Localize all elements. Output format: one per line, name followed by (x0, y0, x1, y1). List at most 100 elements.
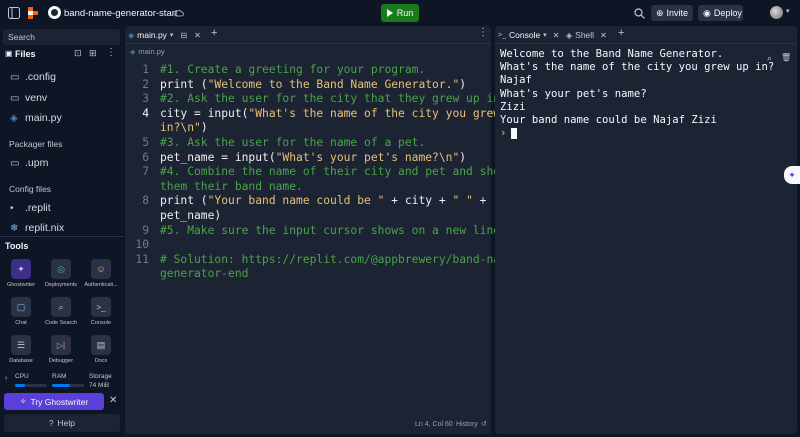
split-view-icon[interactable]: ⊟ (180, 31, 187, 40)
chevron-down-icon[interactable]: ▾ (543, 31, 547, 39)
code-token: + (472, 194, 487, 208)
python-file-icon: ◈ (10, 112, 18, 124)
add-user-icon: ⊕ (656, 7, 664, 18)
tool-debugger[interactable]: ▷| Debugger (43, 335, 79, 364)
code-token: ) (459, 150, 467, 164)
line-number: 5 (142, 136, 149, 149)
tool-label: Authenticati... (84, 282, 118, 288)
breadcrumb-label: main.py (138, 47, 165, 56)
divider (0, 236, 124, 237)
tool-label: Deployments (44, 282, 78, 288)
new-folder-icon[interactable]: ⊞ (89, 48, 97, 59)
console-line: Zizi (500, 100, 526, 113)
close-icon[interactable]: ✕ (109, 395, 117, 406)
line-number: 6 (142, 150, 149, 164)
user-icon: ☺ (91, 259, 111, 279)
avatar[interactable] (770, 6, 783, 19)
search-icon[interactable] (634, 8, 645, 19)
chevron-down-icon[interactable]: ▾ (170, 31, 174, 39)
file-item-config[interactable]: ▭ .config (0, 67, 124, 87)
breadcrumb: ◈ main.py (130, 47, 165, 56)
line-number: 10 (135, 238, 149, 252)
run-button-label: Run (396, 8, 414, 18)
folder-icon: ▣ (5, 49, 13, 58)
tool-chat[interactable]: ▢ Chat (3, 297, 39, 326)
folder-icon: ▭ (10, 157, 20, 169)
code-area[interactable]: 1 #1. Create a greeting for your program.… (125, 63, 520, 413)
console-output[interactable]: Welcome to the Band Name Generator. What'… (500, 48, 774, 140)
code-text: print ("Your band name could be " + city… (160, 194, 486, 209)
code-text: print ("Welcome to the Band Name Generat… (160, 78, 466, 93)
file-item-venv[interactable]: ▭ venv (0, 88, 124, 108)
sidebar-toggle-icon[interactable] (8, 7, 20, 19)
line-number: 1 (142, 63, 149, 76)
tab-shell-label: Shell (575, 30, 595, 40)
new-file-icon[interactable]: ⊡ (74, 48, 82, 59)
tab-console[interactable]: >_ Console ▾ ✕ (498, 28, 559, 42)
code-token: ) (200, 121, 208, 135)
python-language-icon (48, 6, 61, 19)
nix-icon: ❄ (10, 222, 19, 234)
tab-shell[interactable]: ◈ Shell ✕ (566, 28, 607, 42)
close-tab-icon[interactable]: ✕ (194, 31, 201, 40)
chevron-down-icon[interactable]: ▾ (786, 7, 790, 15)
clear-console-icon[interactable]: 🗑 (781, 53, 791, 62)
try-ghostwriter-button[interactable]: ✧ Try Ghostwriter (4, 393, 104, 410)
close-tab-icon[interactable]: ✕ (600, 31, 607, 40)
new-tab-icon[interactable]: + (618, 27, 624, 39)
folder-icon: ▭ (10, 92, 20, 104)
sidebar-search-label: Search (8, 32, 35, 42)
file-item-replit[interactable]: • .replit (0, 198, 124, 218)
file-label: .upm (25, 157, 49, 169)
line-number: 9 (142, 223, 149, 237)
tool-ghostwriter[interactable]: ✦ Ghostwriter (3, 259, 39, 288)
tab-console-label: Console (508, 30, 541, 40)
file-item-main-py[interactable]: ◈ main.py (0, 108, 124, 128)
tool-label: Ghostwriter (6, 282, 36, 288)
close-tab-icon[interactable]: ✕ (553, 31, 560, 40)
tool-database[interactable]: ☰ Database (3, 335, 39, 364)
code-text: #5. Make sure the input cursor shows on … (160, 224, 507, 239)
cursor-position[interactable]: Ln 4, Col 60 (415, 421, 453, 428)
more-options-icon[interactable]: ⋮ (478, 27, 488, 38)
help-button[interactable]: ? Help (4, 414, 120, 432)
resources-panel[interactable]: › CPU RAM Storage 74 MiB (0, 371, 124, 391)
console-tab-bar: >_ Console ▾ ✕ ◈ Shell ✕ + (495, 26, 797, 44)
sidebar-search[interactable]: Search (3, 29, 120, 45)
history-icon[interactable]: ↺ (481, 420, 487, 428)
code-text: #3. Ask the user for the name of a pet. (160, 136, 425, 151)
ghostwriter-float-button[interactable]: ✦ (784, 166, 800, 184)
code-token: pet_name) (160, 209, 222, 222)
console-prompt[interactable]: › (500, 127, 760, 140)
code-token: "Welcome to the Band Name Generator." (207, 77, 460, 91)
code-token: city = input( (160, 106, 249, 120)
tool-docs[interactable]: ▤ Docs (83, 335, 119, 364)
new-tab-icon[interactable]: + (211, 27, 217, 39)
tool-code-search[interactable]: ⌕ Code Search (43, 297, 79, 326)
deploy-button[interactable]: ◉ Deploy (698, 5, 743, 21)
console-pane: >_ Console ▾ ✕ ◈ Shell ✕ + Welcome to th… (495, 26, 797, 434)
run-button[interactable]: Run (381, 4, 419, 22)
file-item-upm[interactable]: ▭ .upm (0, 153, 124, 173)
code-token: pet_name = input( (160, 150, 276, 164)
more-options-icon[interactable]: ⋮ (106, 47, 116, 58)
project-name[interactable]: band-name-generator-start (64, 8, 178, 19)
ghostwriter-icon: ✧ (19, 397, 27, 406)
ghostwriter-icon: ✦ (11, 259, 31, 279)
search-icon[interactable]: ⌕ (767, 53, 772, 64)
help-icon: ? (49, 418, 54, 428)
tool-authentication[interactable]: ☺ Authenticati... (83, 259, 119, 288)
history-label[interactable]: History (456, 421, 478, 428)
invite-button[interactable]: ⊕ Invite (651, 5, 693, 21)
code-token: #4. Combine the name of their city and p… (160, 165, 507, 179)
tool-console[interactable]: >_ Console (83, 297, 119, 326)
tab-main-py[interactable]: ◈ main.py ▾ ⊟ ✕ (128, 28, 201, 42)
tool-deployments[interactable]: ◎ Deployments (43, 259, 79, 288)
line-number: 8 (142, 194, 149, 208)
code-text: # Solution: https://replit.com/@appbrewe… (160, 253, 520, 268)
replit-logo-icon[interactable] (27, 7, 39, 19)
file-item-replit-nix[interactable]: ❄ replit.nix (0, 218, 124, 238)
python-file-icon: ◈ (128, 30, 135, 40)
file-label: venv (25, 92, 48, 104)
code-token: them their band name. (160, 179, 303, 193)
